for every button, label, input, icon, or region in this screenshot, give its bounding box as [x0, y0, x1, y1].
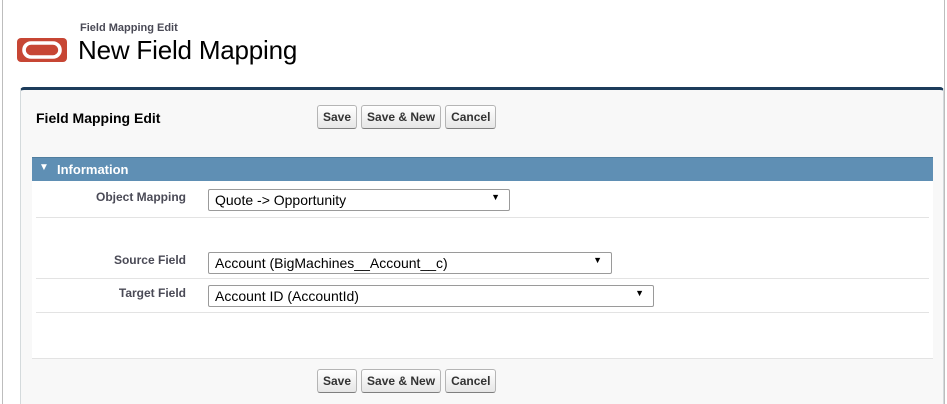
source-field-select[interactable]: Account (BigMachines__Account__c) ▼ [208, 252, 612, 274]
cancel-button[interactable]: Cancel [445, 105, 497, 129]
oracle-logo-icon [17, 38, 67, 62]
cancel-button[interactable]: Cancel [445, 369, 497, 393]
save-button[interactable]: Save [317, 105, 358, 129]
bottom-button-row: Save Save & New Cancel [317, 369, 497, 393]
save-new-button[interactable]: Save & New [361, 105, 442, 129]
row-divider [36, 312, 929, 313]
object-mapping-select[interactable]: Quote -> Opportunity ▼ [208, 189, 510, 211]
save-button[interactable]: Save [317, 369, 358, 393]
source-field-value: Account (BigMachines__Account__c) [215, 255, 448, 271]
field-mapping-panel: Field Mapping Edit Save Save & New Cance… [20, 87, 944, 404]
information-section-header[interactable]: ▼ Information [32, 157, 933, 181]
dropdown-arrow-icon: ▼ [491, 192, 500, 202]
section-title: Information [57, 162, 129, 177]
source-field-label: Source Field [113, 253, 186, 267]
page-title: New Field Mapping [78, 35, 298, 65]
row-divider [36, 278, 929, 279]
top-button-row: Save Save & New Cancel [317, 105, 497, 129]
object-mapping-label: Object Mapping [96, 190, 186, 204]
row-divider [36, 217, 929, 218]
dropdown-arrow-icon: ▼ [635, 288, 644, 298]
save-new-button[interactable]: Save & New [361, 369, 442, 393]
dropdown-arrow-icon: ▼ [593, 255, 602, 265]
target-field-select[interactable]: Account ID (AccountId) ▼ [208, 285, 654, 307]
page-header: Field Mapping Edit New Field Mapping [0, 0, 947, 84]
target-field-value: Account ID (AccountId) [215, 288, 359, 304]
information-section-body: Object Mapping Quote -> Opportunity ▼ So… [32, 181, 933, 358]
target-field-label: Target Field [118, 286, 186, 300]
panel-title: Field Mapping Edit [36, 110, 161, 126]
triangle-down-icon: ▼ [39, 162, 49, 173]
object-mapping-value: Quote -> Opportunity [215, 192, 347, 208]
section-bottom-divider [32, 358, 933, 359]
page-subtitle: Field Mapping Edit [80, 22, 178, 34]
